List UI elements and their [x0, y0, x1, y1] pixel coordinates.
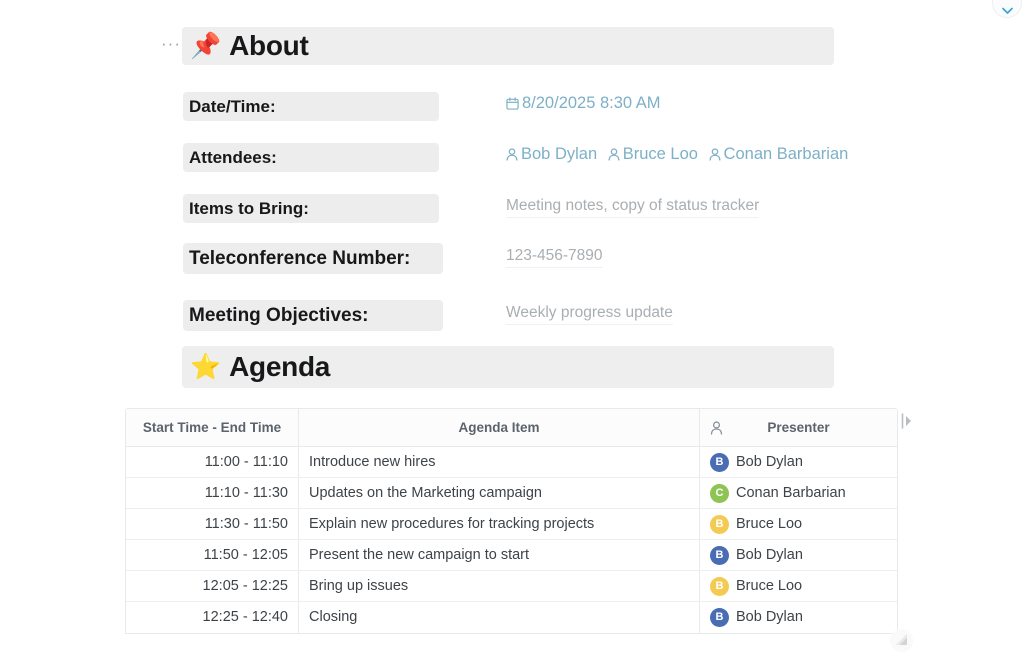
cell-time[interactable]: 11:50 - 12:05: [126, 539, 299, 571]
presenter-name: Bob Dylan: [736, 454, 803, 470]
field-label-date-time: Date/Time:: [183, 92, 439, 121]
cell-presenter[interactable]: C Conan Barbarian: [699, 477, 897, 509]
field-label-attendees: Attendees:: [183, 143, 439, 172]
pushpin-emoji: 📌: [190, 31, 222, 60]
column-header-presenter[interactable]: Presenter: [699, 409, 897, 447]
cell-time[interactable]: 11:00 - 11:10: [126, 446, 299, 478]
attendee-name: Bob Dylan: [521, 145, 598, 163]
block-options-handle[interactable]: ···: [161, 35, 180, 54]
table-row[interactable]: 11:50 - 12:05 Present the new campaign t…: [126, 539, 897, 571]
about-title: About: [229, 30, 309, 61]
field-value-items-to-bring[interactable]: Meeting notes, copy of status tracker: [506, 197, 760, 218]
cell-time[interactable]: 11:10 - 11:30: [126, 477, 299, 509]
date-time-text: 8/20/2025 8:30 AM: [522, 94, 661, 112]
table-row[interactable]: 11:30 - 11:50 Explain new procedures for…: [126, 508, 897, 540]
column-header-label: Start Time - End Time: [142, 420, 282, 435]
table-header-row: Start Time - End Time Agenda Item Presen…: [126, 409, 897, 447]
attendee-chip[interactable]: Conan Barbarian: [709, 145, 849, 165]
cell-presenter[interactable]: B Bruce Loo: [699, 508, 897, 540]
table-row[interactable]: 12:05 - 12:25 Bring up issues B Bruce Lo…: [126, 570, 897, 602]
expand-column-icon: [901, 412, 913, 435]
attendee-name: Conan Barbarian: [723, 145, 849, 163]
table-row[interactable]: 11:10 - 11:30 Updates on the Marketing c…: [126, 477, 897, 509]
presenter-name: Bruce Loo: [736, 516, 803, 532]
expand-column-button[interactable]: [901, 412, 913, 435]
cell-presenter[interactable]: B Bob Dylan: [699, 539, 897, 571]
cell-presenter[interactable]: B Bob Dylan: [699, 446, 897, 478]
field-label-items-to-bring: Items to Bring:: [183, 194, 439, 223]
agenda-section-header[interactable]: ⭐ Agenda: [182, 346, 834, 388]
star-emoji: ⭐: [190, 352, 222, 381]
attendee-chip[interactable]: Bob Dylan: [506, 145, 602, 163]
page-root: ··· 📌 About Date/Time: Attendees: Items …: [0, 0, 1024, 663]
column-header-agenda-item[interactable]: Agenda Item: [298, 409, 700, 447]
cell-agenda-item[interactable]: Introduce new hires: [298, 446, 700, 478]
column-header-label: Presenter: [767, 420, 830, 435]
cell-agenda-item[interactable]: Bring up issues: [298, 570, 700, 602]
cell-agenda-item[interactable]: Explain new procedures for tracking proj…: [298, 508, 700, 540]
field-value-meeting-objectives[interactable]: Weekly progress update: [506, 304, 673, 325]
column-header-start-end-time[interactable]: Start Time - End Time: [126, 409, 299, 447]
presenter-name: Bob Dylan: [736, 609, 803, 626]
field-value-teleconference-number[interactable]: 123-456-7890: [506, 247, 603, 268]
cell-agenda-item[interactable]: Present the new campaign to start: [298, 539, 700, 571]
avatar: B: [710, 607, 729, 627]
chevron-down-button[interactable]: [992, 0, 1022, 18]
cell-time[interactable]: 12:05 - 12:25: [126, 570, 299, 602]
avatar: B: [710, 576, 729, 596]
presenter-name: Bob Dylan: [736, 547, 803, 563]
avatar: B: [710, 452, 729, 472]
cell-agenda-item[interactable]: Updates on the Marketing campaign: [298, 477, 700, 509]
person-icon: [710, 420, 723, 435]
table-resize-handle[interactable]: [890, 629, 913, 652]
attendee-chip[interactable]: Bruce Loo: [608, 145, 703, 163]
field-label-teleconference-number: Teleconference Number:: [183, 243, 443, 274]
person-icon: [506, 147, 518, 165]
avatar: B: [710, 545, 729, 565]
table-row[interactable]: 12:25 - 12:40 Closing B Bob Dylan: [126, 601, 897, 633]
attendee-name: Bruce Loo: [622, 145, 698, 163]
cell-presenter[interactable]: B Bruce Loo: [699, 570, 897, 602]
column-header-label: Agenda Item: [458, 420, 540, 435]
chevron-down-icon: [1001, 7, 1013, 15]
calendar-icon: [506, 96, 519, 114]
person-icon: [709, 147, 721, 165]
cell-time[interactable]: 12:25 - 12:40: [126, 601, 299, 633]
presenter-name: Bruce Loo: [736, 578, 803, 594]
presenter-name: Conan Barbarian: [736, 485, 846, 501]
cell-agenda-item[interactable]: Closing: [298, 601, 700, 633]
agenda-table: Start Time - End Time Agenda Item Presen…: [125, 408, 898, 634]
field-value-attendees[interactable]: Bob Dylan Bruce Loo Conan Barbarian: [506, 145, 854, 167]
field-value-date-time[interactable]: 8/20/2025 8:30 AM: [506, 94, 661, 116]
table-body: 11:00 - 11:10 Introduce new hires B Bob …: [126, 446, 897, 633]
field-label-meeting-objectives: Meeting Objectives:: [183, 300, 443, 331]
person-icon: [608, 147, 620, 165]
table-row[interactable]: 11:00 - 11:10 Introduce new hires B Bob …: [126, 446, 897, 478]
about-section-header[interactable]: 📌 About: [182, 27, 834, 65]
cell-presenter[interactable]: B Bob Dylan: [699, 601, 897, 633]
resize-handle-icon: [896, 632, 907, 650]
agenda-title: Agenda: [229, 351, 331, 382]
cell-time[interactable]: 11:30 - 11:50: [126, 508, 299, 540]
avatar: B: [710, 514, 729, 534]
avatar: C: [710, 483, 729, 503]
